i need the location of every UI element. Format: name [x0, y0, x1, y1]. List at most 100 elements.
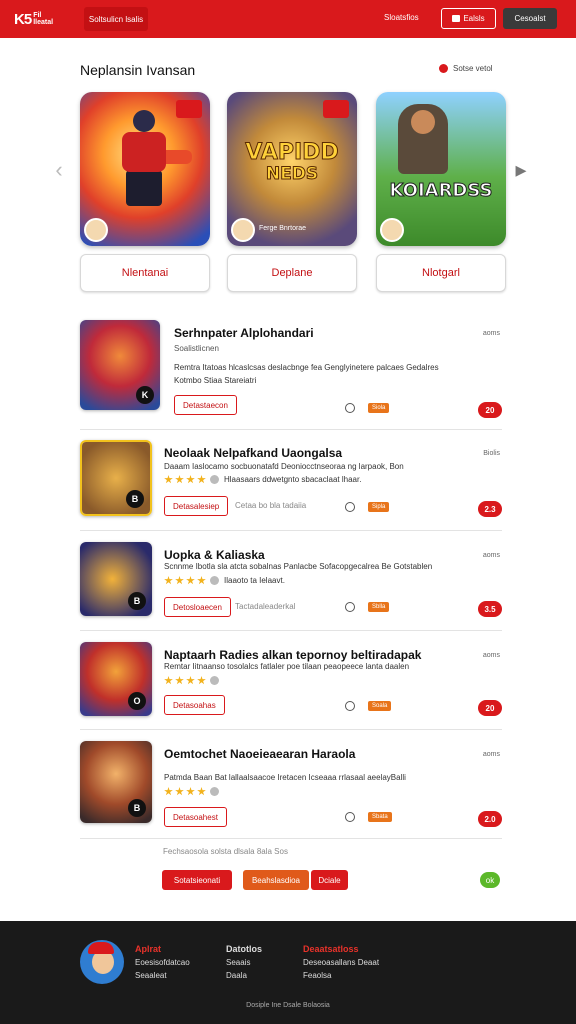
item-description: Remtra Itatoas hlcaslcsas deslacbnge fea…	[174, 363, 439, 372]
footer-col2-title: Datotlos	[226, 944, 262, 954]
star-icon	[164, 676, 173, 685]
hero-character	[108, 110, 192, 210]
divider	[80, 729, 502, 730]
footer-link[interactable]: Feaolsa	[303, 971, 331, 980]
item-time: Biolis	[483, 450, 500, 457]
publisher-avatar	[84, 218, 108, 242]
item-name[interactable]: Naptaarh Radies alkan tepornoy beltirada…	[164, 648, 421, 662]
game-icon: K	[80, 320, 160, 410]
details-button[interactable]: Detastaecon	[174, 395, 237, 415]
star-icon	[186, 576, 195, 585]
share-icon[interactable]	[345, 812, 355, 822]
details-button[interactable]: Detosloaecen	[164, 597, 231, 617]
list-item[interactable]: O Naptaarh Radies alkan tepornoy beltira…	[80, 642, 502, 718]
details-button[interactable]: Detasalesiep	[164, 496, 229, 516]
share-icon[interactable]	[345, 403, 355, 413]
login-button[interactable]: Ealsls	[441, 8, 496, 29]
game-title-art: KOIARDSS	[389, 180, 493, 202]
item-meta: Soalistlicnen	[174, 344, 219, 353]
nav-link[interactable]: Sloatsfios	[384, 13, 419, 22]
item-time: aoms	[482, 652, 500, 659]
featured-card-1[interactable]	[80, 92, 210, 246]
top-bar: K5 Fil lleatal Soltsulicn lsalis Sloatsf…	[0, 0, 576, 38]
item-tag: Sblla	[368, 602, 390, 612]
footer-link[interactable]: Deseoasallans Deaat	[303, 958, 379, 967]
card-button-3[interactable]: Nlotgarl	[376, 254, 506, 292]
card-subtitle: Ferge Bnrtorae	[259, 225, 307, 232]
item-tag: Siola	[368, 403, 390, 413]
list-item[interactable]: B Neolaak Nelpafkand Uaongalsa Biolis Da…	[80, 440, 502, 520]
publisher-avatar	[380, 218, 404, 242]
star-icon	[197, 787, 206, 796]
featured-more-link[interactable]: Sotse vetol	[439, 64, 493, 73]
footer-col3-title: Deaatsatloss	[303, 944, 359, 954]
item-time: aoms	[482, 751, 500, 758]
share-icon[interactable]	[345, 602, 355, 612]
featured-card-2[interactable]: VAPIDD NEDS Ferge Bnrtorae	[227, 92, 357, 246]
dislike-icon	[210, 676, 219, 685]
game-icon: O	[80, 642, 152, 716]
item-tag: Soala	[368, 701, 392, 711]
publisher-avatar	[231, 218, 255, 242]
dislike-icon	[210, 475, 219, 484]
character-art	[398, 104, 448, 174]
star-icon	[197, 576, 206, 585]
dislike-icon	[210, 787, 219, 796]
divider	[80, 838, 502, 839]
game-title-art-2: NEDS	[265, 164, 319, 185]
item-name[interactable]: Uopka & Kaliaska	[164, 548, 265, 562]
site-logo[interactable]: K5 Fil lleatal	[14, 8, 68, 30]
item-secondary-link[interactable]: Cetaa bo bla tadaiia	[235, 501, 306, 510]
share-icon[interactable]	[345, 701, 355, 711]
item-name[interactable]: Neolaak Nelpafkand Uaongalsa	[164, 446, 342, 460]
list-item[interactable]: B Uopka & Kaliaska aoms Scnnme Ibotla sl…	[80, 542, 502, 618]
item-name[interactable]: Oemtochet Naoeieaearan Haraola	[164, 747, 355, 761]
footer-col1-title: Aplrat	[135, 944, 162, 954]
item-rating: Hlaasaars ddwetgnto sbacaclaat lhaar.	[164, 475, 361, 484]
score-badge: 2.0	[478, 811, 502, 827]
carousel-next-arrow[interactable]: ▸	[514, 157, 528, 182]
item-name[interactable]: Serhnpater Alplohandari	[174, 326, 314, 340]
pagination-button-2[interactable]: Beahslasdioa	[243, 870, 309, 890]
card-button-1[interactable]: Nlentanai	[80, 254, 210, 292]
details-button[interactable]: Detasoahest	[164, 807, 227, 827]
copyright: Dosiple Ine Dsale Bolaosia	[246, 1002, 330, 1009]
star-icon	[175, 475, 184, 484]
item-tag: Sbata	[368, 812, 392, 822]
star-icon	[186, 787, 195, 796]
star-icon	[197, 676, 206, 685]
nav-tab-active[interactable]: Soltsulicn lsalis	[84, 7, 148, 31]
item-time: aoms	[482, 330, 500, 337]
item-secondary-link[interactable]: Tactadaleaderkal	[235, 602, 295, 611]
record-dot-icon	[439, 64, 448, 73]
list-item[interactable]: B Oemtochet Naoeieaearan Haraola aoms Pa…	[80, 741, 502, 827]
logo-text: Fil lleatal	[33, 12, 54, 26]
footer-link[interactable]: Daala	[226, 971, 247, 980]
star-icon	[164, 576, 173, 585]
star-icon	[186, 475, 195, 484]
details-button[interactable]: Detasoahas	[164, 695, 225, 715]
score-badge: 20	[478, 402, 502, 418]
card-button-2[interactable]: Deplane	[227, 254, 357, 292]
carousel-prev-arrow[interactable]: ‹	[52, 157, 66, 182]
star-icon	[186, 676, 195, 685]
divider	[80, 429, 502, 430]
pagination-button-1[interactable]: Sotatsieonati	[162, 870, 232, 890]
login-icon	[452, 15, 461, 22]
share-icon[interactable]	[345, 502, 355, 512]
game-icon: B	[80, 741, 152, 823]
pagination-status[interactable]: ok	[480, 872, 500, 888]
item-time: aoms	[482, 552, 500, 559]
game-icon: B	[80, 440, 152, 516]
featured-card-3[interactable]: KOIARDSS	[376, 92, 506, 246]
divider	[80, 630, 502, 631]
footer-link[interactable]: Eoesisofdatcao	[135, 958, 190, 967]
star-icon	[175, 676, 184, 685]
game-badge	[176, 100, 202, 118]
star-icon	[197, 475, 206, 484]
pagination-button-3[interactable]: Dciale	[311, 870, 348, 890]
signup-button[interactable]: Cesoalst	[503, 8, 557, 29]
footer-link[interactable]: Seaaleat	[135, 971, 167, 980]
list-item[interactable]: K Serhnpater Alplohandari aoms Soalistli…	[80, 320, 502, 420]
footer-link[interactable]: Seaais	[226, 958, 250, 967]
